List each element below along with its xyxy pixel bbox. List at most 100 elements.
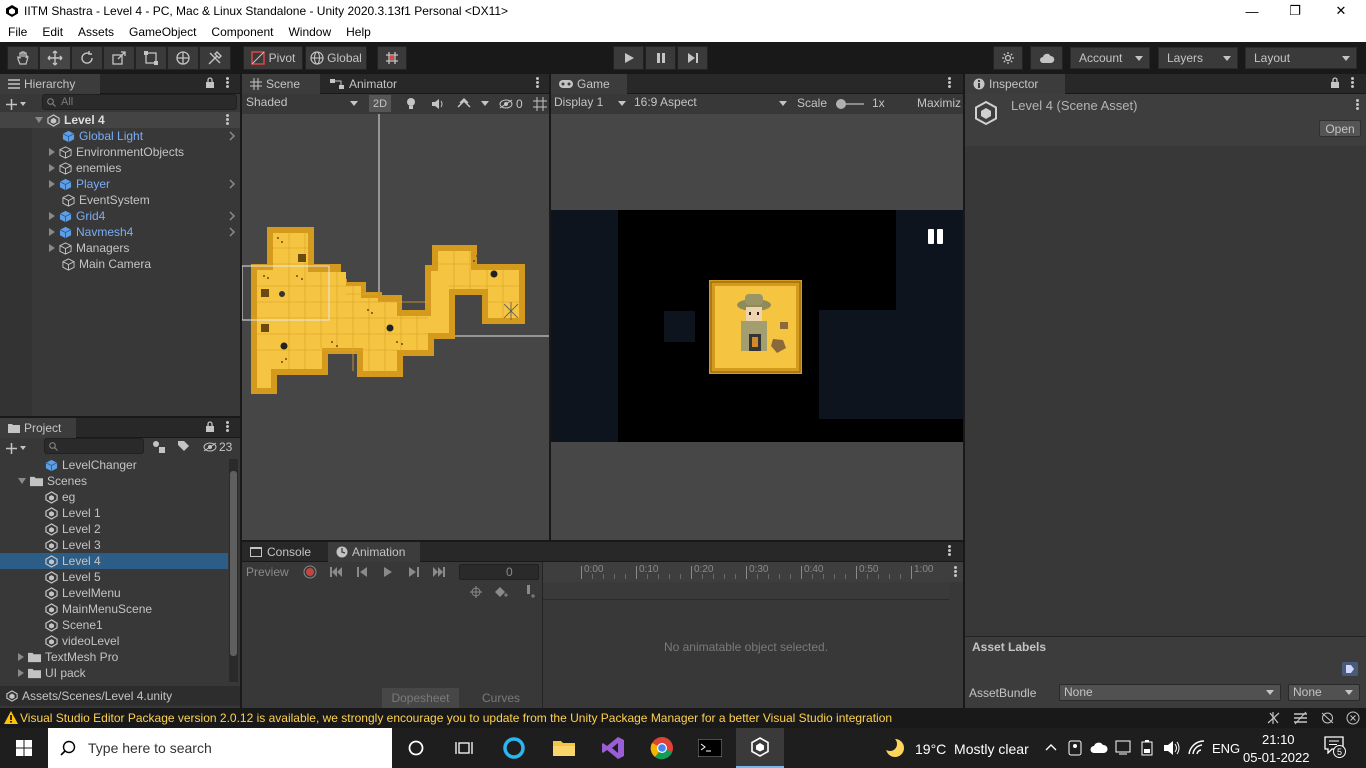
tab-inspector[interactable]: Inspector	[965, 74, 1065, 94]
rect-tool-button[interactable]	[135, 46, 167, 70]
project-scrollbar[interactable]	[229, 459, 238, 682]
chevron-right-icon[interactable]	[228, 179, 236, 189]
project-create-button[interactable]	[6, 440, 26, 456]
debug-icon[interactable]	[1320, 711, 1335, 725]
timeline-options-icon[interactable]	[954, 566, 958, 578]
project-search-input[interactable]	[44, 438, 144, 454]
chrome-button[interactable]	[638, 728, 686, 768]
project-item[interactable]: Scene1	[0, 617, 228, 633]
input-language[interactable]: ENG	[1212, 741, 1240, 756]
hidden-objects-toggle[interactable]: 0	[499, 95, 523, 112]
hierarchy-item-grid4[interactable]: Grid4	[0, 208, 240, 224]
auto-generate-lighting-icon[interactable]	[1266, 711, 1281, 725]
transform-tool-button[interactable]	[167, 46, 199, 70]
menu-help[interactable]: Help	[338, 22, 378, 39]
file-explorer-button[interactable]	[540, 728, 588, 768]
clock-date[interactable]: 05-01-2022	[1243, 750, 1310, 765]
project-item[interactable]: Scenes	[0, 473, 228, 489]
project-item[interactable]: Level 1	[0, 505, 228, 521]
tab-hierarchy[interactable]: Hierarchy	[0, 74, 100, 94]
more-options-icon[interactable]	[1351, 77, 1355, 89]
menu-file[interactable]: File	[0, 22, 34, 39]
tab-scene[interactable]: Scene	[242, 74, 320, 94]
pause-button[interactable]	[645, 46, 676, 70]
audio-icon[interactable]	[431, 98, 445, 110]
hierarchy-item-environmentobjects[interactable]: EnvironmentObjects	[0, 144, 240, 160]
wifi-icon[interactable]	[1188, 740, 1206, 756]
scale-slider[interactable]	[836, 99, 864, 109]
play-animation-icon[interactable]	[383, 566, 393, 578]
record-icon[interactable]	[303, 565, 317, 579]
menu-edit[interactable]: Edit	[34, 22, 70, 39]
hierarchy-item-enemies[interactable]: enemies	[0, 160, 240, 176]
game-viewport[interactable]	[551, 210, 963, 442]
prev-keyframe-icon[interactable]	[356, 566, 368, 578]
more-options-icon[interactable]	[226, 421, 230, 433]
clock-time[interactable]: 21:10	[1262, 732, 1295, 747]
hierarchy-search-input[interactable]: All	[42, 94, 237, 110]
scale-tool-button[interactable]	[103, 46, 135, 70]
hierarchy-item-global-light[interactable]: Global Light	[0, 128, 240, 144]
grid-toggle-icon[interactable]	[533, 97, 547, 111]
expand-arrow-icon[interactable]	[49, 148, 55, 156]
terminal-button[interactable]	[686, 728, 734, 768]
project-item[interactable]: Level 3	[0, 537, 228, 553]
cortana-button[interactable]	[392, 728, 440, 768]
project-item[interactable]: TextMesh Pro	[0, 649, 228, 665]
more-options-icon[interactable]	[948, 545, 952, 557]
weather-moon-icon[interactable]	[884, 737, 906, 759]
battery-icon[interactable]	[1140, 740, 1154, 756]
first-keyframe-icon[interactable]	[329, 566, 343, 578]
tab-game[interactable]: Game	[551, 74, 627, 94]
network-drive-icon[interactable]	[1115, 740, 1131, 756]
chevron-up-icon[interactable]	[1045, 743, 1057, 751]
project-item[interactable]: Level 5	[0, 569, 228, 585]
project-item[interactable]: videoLevel	[0, 633, 228, 649]
animation-timeline-ruler[interactable]: 0:00 0:10 0:20 0:30 0:40 0:50 1:00	[543, 562, 963, 582]
chevron-right-icon[interactable]	[228, 227, 236, 237]
restore-button[interactable]: ❐	[1272, 0, 1318, 22]
layout-dropdown[interactable]: Layout	[1245, 47, 1357, 69]
hierarchy-scene-row[interactable]: Level 4	[0, 112, 240, 128]
step-button[interactable]	[677, 46, 708, 70]
weather-text[interactable]: 19°C Mostly clear	[915, 741, 1029, 757]
create-button[interactable]	[6, 96, 26, 112]
last-keyframe-icon[interactable]	[432, 566, 446, 578]
expand-arrow-icon[interactable]	[49, 228, 55, 236]
aspect-dropdown[interactable]: 16:9 Aspect	[634, 95, 789, 112]
hand-tool-button[interactable]	[7, 46, 39, 70]
people-icon[interactable]	[1068, 740, 1082, 756]
unity-app-button[interactable]	[736, 728, 784, 768]
custom-tool-button[interactable]	[199, 46, 231, 70]
shading-mode-dropdown[interactable]: Shaded	[244, 95, 362, 112]
move-tool-button[interactable]	[39, 46, 71, 70]
scrollbar-thumb[interactable]	[230, 471, 237, 656]
expand-arrow-icon[interactable]	[49, 244, 55, 252]
start-button[interactable]	[0, 728, 48, 768]
task-view-button[interactable]	[440, 728, 488, 768]
rotate-tool-button[interactable]	[71, 46, 103, 70]
lighting-icon[interactable]	[405, 97, 417, 111]
menu-gameobject[interactable]: GameObject	[121, 22, 203, 39]
onedrive-cloud-icon[interactable]	[1090, 741, 1108, 754]
tab-animator[interactable]: Animator	[322, 74, 405, 94]
lock-icon[interactable]	[1330, 77, 1340, 89]
grid-snap-button[interactable]	[377, 46, 407, 70]
assetbundle-variant-dropdown[interactable]: None	[1288, 684, 1360, 701]
expand-arrow-icon[interactable]	[49, 212, 55, 220]
scene-options-icon[interactable]	[226, 114, 230, 126]
hierarchy-item-managers[interactable]: Managers	[0, 240, 240, 256]
close-button[interactable]: ✕	[1318, 0, 1364, 22]
status-message[interactable]: Visual Studio Editor Package version 2.0…	[20, 711, 892, 725]
search-by-label-icon[interactable]	[177, 440, 190, 453]
project-item[interactable]: Level 2	[0, 521, 228, 537]
effects-icon[interactable]	[457, 97, 471, 111]
tab-project[interactable]: Project	[0, 418, 76, 438]
global-toggle-button[interactable]: Global	[305, 46, 367, 70]
dopesheet-tab[interactable]: Dopesheet	[382, 688, 459, 708]
chevron-right-icon[interactable]	[228, 131, 236, 141]
pivot-toggle-button[interactable]: Pivot	[243, 46, 303, 70]
search-by-type-icon[interactable]	[152, 440, 166, 453]
asset-options-icon[interactable]	[1356, 99, 1360, 111]
menu-assets[interactable]: Assets	[70, 22, 121, 39]
